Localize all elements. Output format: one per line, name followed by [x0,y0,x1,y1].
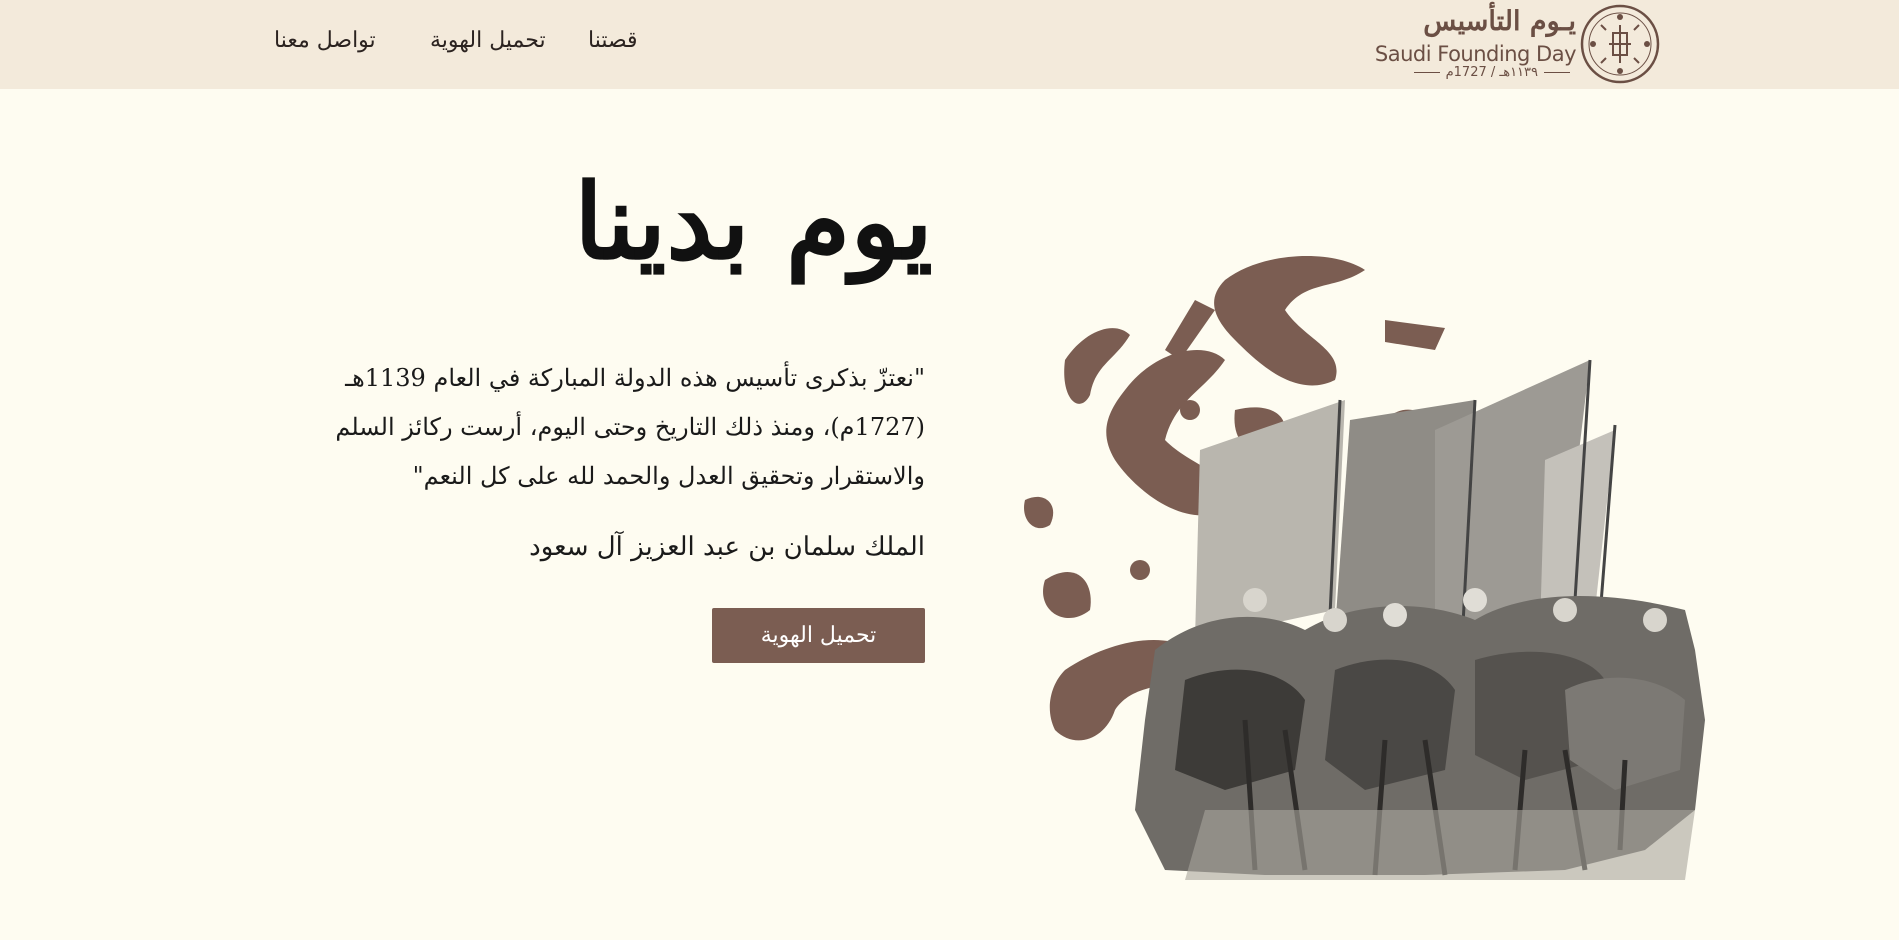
nav-link-our-story[interactable]: قصتنا [588,28,638,53]
nav-link-contact-us[interactable]: تواصل معنا [274,28,376,53]
logo-english-text: Saudi Founding Day [1374,42,1577,66]
camel-riders-with-flags-photo [1024,256,1705,880]
site-logo[interactable]: يـوم التأسيس Saudi Founding Day ١١٣٩هـ /… [1375,0,1670,89]
founding-day-emblem-icon [1580,4,1660,84]
nav-link-download-identity[interactable]: تحميل الهوية [430,28,546,53]
hero-quote: "نعتزّ بذكرى تأسيس هذه الدولة المباركة ف… [335,364,925,490]
top-navigation-bar: قصتنا تحميل الهوية تواصل معنا يـوم التأس… [0,0,1899,89]
hero-artwork [1005,250,1725,880]
download-identity-button[interactable]: تحميل الهوية [712,608,925,663]
logo-arabic-text: يـوم التأسيس [1423,6,1576,37]
hero-title: يوم بدينا [574,160,933,283]
quote-author: الملك سلمان بن عبد العزيز آل سعود [529,532,925,562]
logo-date-text: ١١٣٩هـ / 1727م [1408,65,1576,80]
